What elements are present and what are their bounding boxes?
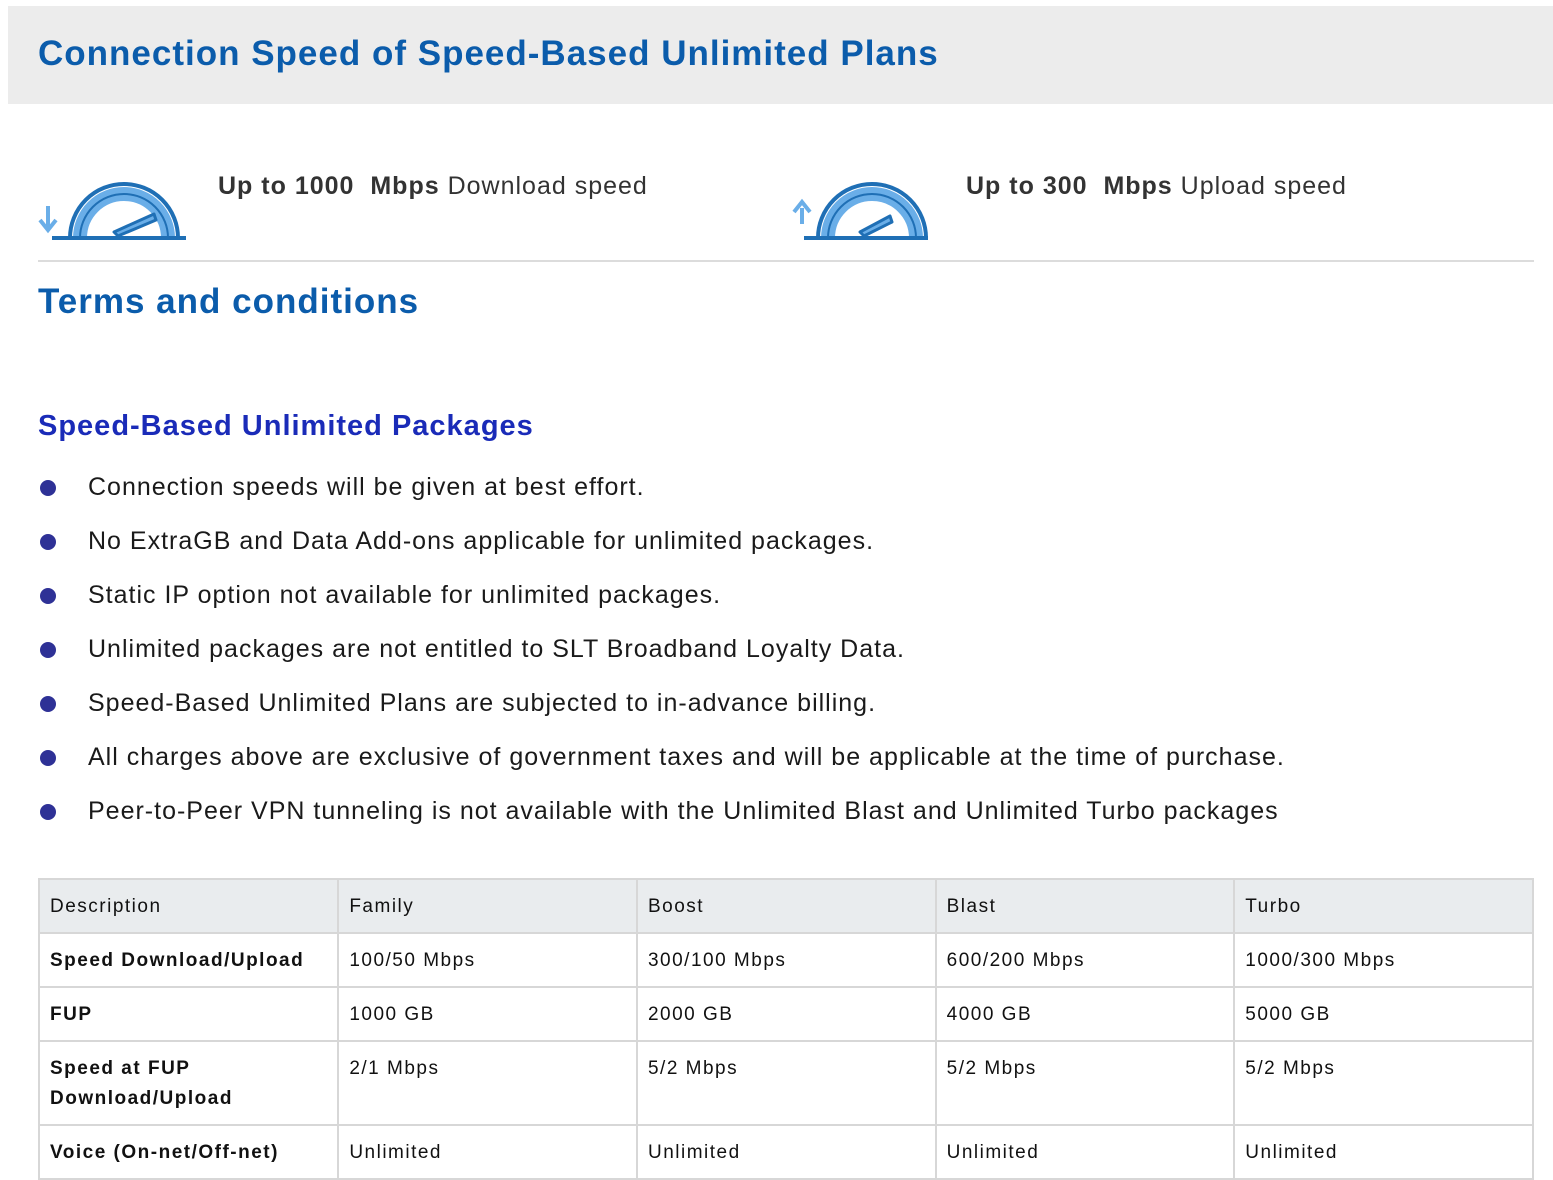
list-item: Unlimited packages are not entitled to S… [38, 630, 1285, 684]
upload-speed-unit: Mbps [1103, 172, 1173, 200]
download-speed-text: Up to 1000 Mbps Download speed [218, 172, 648, 201]
list-item: Connection speeds will be given at best … [38, 468, 1285, 522]
download-speed-label: Download speed [447, 172, 648, 200]
list-item-text: No ExtraGB and Data Add-ons applicable f… [88, 527, 875, 555]
row-label: Speed Download/Upload [37, 932, 340, 988]
table-cell: 600/200 Mbps [934, 932, 1236, 988]
list-item: Speed-Based Unlimited Plans are subjecte… [38, 684, 1285, 738]
section-divider [38, 260, 1534, 262]
table-row: Speed Download/Upload 100/50 Mbps 300/10… [37, 932, 1534, 988]
packages-section-title: Speed-Based Unlimited Packages [38, 410, 534, 442]
row-label: Voice (On-net/Off-net) [37, 1124, 340, 1180]
bullet-dot-icon [40, 696, 56, 712]
download-speed-gauge-icon [38, 182, 186, 240]
table-cell: 1000 GB [337, 986, 638, 1042]
table-cell: 4000 GB [934, 986, 1236, 1042]
upload-speed-text: Up to 300 Mbps Upload speed [966, 172, 1347, 201]
column-header: Family [337, 878, 638, 934]
table-cell: Unlimited [337, 1124, 638, 1180]
table-cell: Unlimited [1233, 1124, 1534, 1180]
table-header-row: Description Family Boost Blast Turbo [37, 878, 1534, 934]
list-item-text: Static IP option not available for unlim… [88, 581, 722, 609]
list-item: All charges above are exclusive of gover… [38, 738, 1285, 792]
list-item: Peer-to-Peer VPN tunneling is not availa… [38, 792, 1285, 846]
table-cell: 1000/300 Mbps [1233, 932, 1534, 988]
list-item: No ExtraGB and Data Add-ons applicable f… [38, 522, 1285, 576]
download-speed-block: Up to 1000 Mbps Download speed [36, 170, 736, 245]
upload-speed-gauge-icon [792, 182, 928, 240]
column-header: Blast [934, 878, 1236, 934]
bullet-dot-icon [40, 480, 56, 496]
page-title: Connection Speed of Speed-Based Unlimite… [38, 34, 939, 73]
bullet-dot-icon [40, 588, 56, 604]
table-cell: 300/100 Mbps [635, 932, 937, 988]
list-item-text: Connection speeds will be given at best … [88, 473, 645, 501]
table-cell: 5/2 Mbps [934, 1040, 1236, 1126]
download-speed-unit: Mbps [370, 172, 440, 200]
list-item-text: Unlimited packages are not entitled to S… [88, 635, 905, 663]
upload-speed-value: Up to 300 [966, 172, 1088, 200]
list-item: Static IP option not available for unlim… [38, 576, 1285, 630]
list-item-text: All charges above are exclusive of gover… [88, 743, 1285, 771]
table-cell: 2000 GB [635, 986, 937, 1042]
table-cell: 5/2 Mbps [635, 1040, 937, 1126]
row-label: Speed at FUP Download/Upload [37, 1040, 340, 1126]
table-cell: Unlimited [934, 1124, 1236, 1180]
table-row: Speed at FUP Download/Upload 2/1 Mbps 5/… [37, 1040, 1534, 1126]
table-cell: 5/2 Mbps [1233, 1040, 1534, 1126]
table-row: FUP 1000 GB 2000 GB 4000 GB 5000 GB [37, 986, 1534, 1042]
table-cell: 100/50 Mbps [337, 932, 638, 988]
upload-speed-label: Upload speed [1180, 172, 1347, 200]
page-header: Connection Speed of Speed-Based Unlimite… [8, 6, 1553, 104]
row-label: FUP [37, 986, 340, 1042]
download-speed-value: Up to 1000 [218, 172, 355, 200]
column-header: Description [37, 878, 340, 934]
table-row: Voice (On-net/Off-net) Unlimited Unlimit… [37, 1124, 1534, 1180]
bullet-dot-icon [40, 534, 56, 550]
plans-table: Description Family Boost Blast Turbo Spe… [37, 878, 1534, 1180]
list-item-text: Speed-Based Unlimited Plans are subjecte… [88, 689, 877, 717]
list-item-text: Peer-to-Peer VPN tunneling is not availa… [88, 797, 1279, 825]
table-cell: 5000 GB [1233, 986, 1534, 1042]
bullet-dot-icon [40, 804, 56, 820]
terms-list: Connection speeds will be given at best … [38, 468, 1285, 846]
bullet-dot-icon [40, 750, 56, 766]
table-cell: 2/1 Mbps [337, 1040, 638, 1126]
column-header: Boost [635, 878, 937, 934]
table-cell: Unlimited [635, 1124, 937, 1180]
column-header: Turbo [1233, 878, 1534, 934]
terms-title: Terms and conditions [38, 282, 420, 321]
bullet-dot-icon [40, 642, 56, 658]
upload-speed-block: Up to 300 Mbps Upload speed [788, 170, 1488, 245]
